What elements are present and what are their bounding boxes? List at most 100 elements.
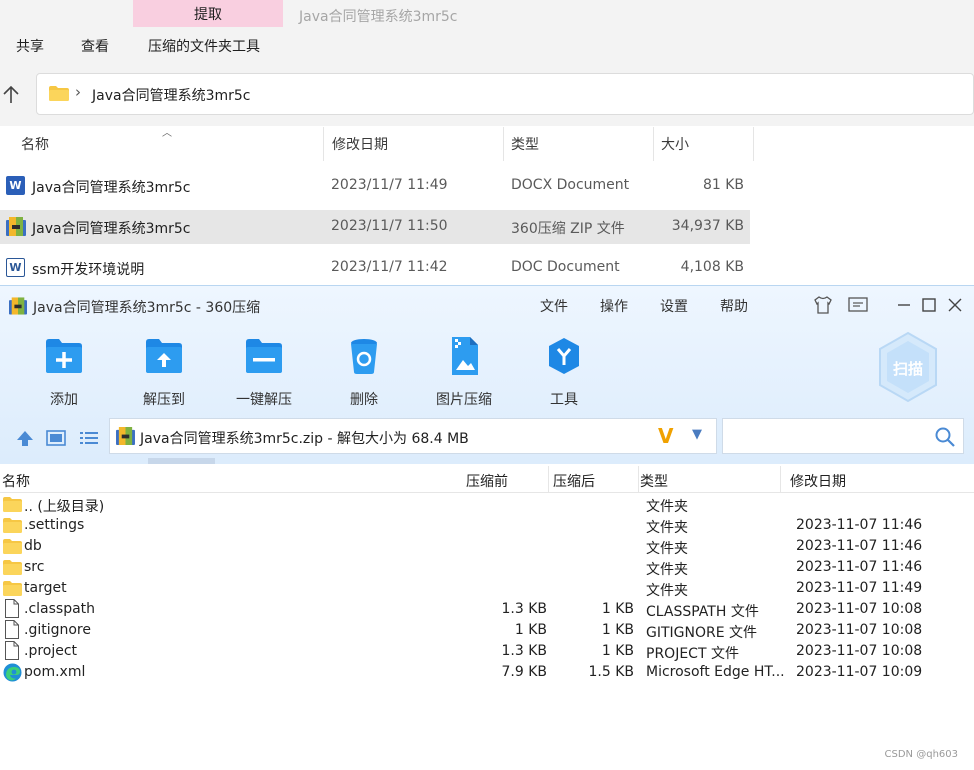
zip-archive-icon — [116, 427, 135, 445]
row-size-after: 1 KB — [601, 622, 634, 638]
one-click-extract-button[interactable]: 一键解压 — [224, 336, 304, 409]
menu-settings[interactable]: 设置 — [660, 296, 688, 316]
table-row[interactable]: .gitignore 1 KB 1 KB GITIGNORE 文件 2023-1… — [0, 620, 974, 641]
address-bar[interactable]: › Java合同管理系统3mr5c — [36, 73, 974, 115]
vip-badge[interactable]: V — [658, 424, 673, 448]
table-row[interactable]: db 文件夹 2023-11-07 11:46 — [0, 536, 974, 557]
toolbar-scroll-indicator — [148, 458, 215, 464]
column-label: 大小 — [661, 137, 689, 153]
table-row[interactable]: .. (上级目录) 文件夹 — [0, 494, 974, 515]
up-arrow-icon[interactable] — [0, 84, 22, 106]
file-row-selected[interactable]: Java合同管理系统3mr5c 2023/11/7 11:50 360压缩 ZI… — [0, 210, 750, 244]
image-compress-icon — [452, 337, 478, 375]
file-date: 2023/11/7 11:42 — [331, 259, 448, 275]
recycle-bin-icon — [351, 339, 377, 374]
row-type: CLASSPATH 文件 — [646, 604, 759, 620]
zip-column-after[interactable]: 压缩后 — [553, 471, 595, 491]
row-name: .project — [24, 643, 78, 659]
menu-operation[interactable]: 操作 — [600, 296, 628, 316]
tool-label: 添加 — [50, 392, 78, 408]
zip-column-type[interactable]: 类型 — [640, 471, 668, 491]
header-divider — [0, 492, 974, 493]
extract-to-button[interactable]: 解压到 — [124, 336, 204, 409]
file-icon — [5, 620, 19, 639]
thumbnail-view-icon[interactable] — [46, 429, 66, 447]
menu-file[interactable]: 文件 — [540, 296, 568, 316]
archive-path-field[interactable]: Java合同管理系统3mr5c.zip - 解包大小为 68.4 MB V ▼ — [109, 418, 717, 454]
file-name: ssm开发环境说明 — [32, 262, 145, 278]
row-type: 文件夹 — [646, 520, 688, 536]
row-date: 2023-11-07 11:46 — [796, 559, 923, 575]
row-size-before: 1 KB — [514, 622, 547, 638]
menu-share[interactable]: 共享 — [16, 36, 44, 56]
row-type: GITIGNORE 文件 — [646, 625, 758, 641]
menu-view[interactable]: 查看 — [81, 36, 109, 56]
row-type: 文件夹 — [646, 541, 688, 557]
one-click-extract-icon — [246, 339, 282, 373]
add-button[interactable]: 添加 — [24, 336, 104, 409]
column-label: 类型 — [511, 137, 539, 153]
row-size-after: 1.5 KB — [588, 664, 635, 680]
column-header-size[interactable]: 大小 — [654, 127, 754, 161]
folder-icon — [3, 560, 22, 575]
delete-button[interactable]: 删除 — [324, 336, 404, 409]
row-name: db — [24, 538, 42, 554]
file-type: 360压缩 ZIP 文件 — [511, 221, 625, 237]
close-icon[interactable] — [944, 294, 966, 316]
file-size: 4,108 KB — [680, 259, 744, 275]
zip-archive-icon — [6, 217, 26, 236]
folder-icon — [3, 581, 22, 596]
scan-shield-icon: 扫描 — [879, 331, 937, 403]
table-row[interactable]: .classpath 1.3 KB 1 KB CLASSPATH 文件 2023… — [0, 599, 974, 620]
chevron-down-icon[interactable]: ▼ — [692, 427, 702, 442]
file-type: DOCX Document — [511, 177, 630, 193]
table-row[interactable]: target 文件夹 2023-11-07 11:49 — [0, 578, 974, 599]
scan-button[interactable]: 扫描 — [877, 331, 939, 403]
table-row[interactable]: .settings 文件夹 2023-11-07 11:46 — [0, 515, 974, 536]
row-type: PROJECT 文件 — [646, 646, 739, 662]
row-size-after: 1 KB — [601, 643, 634, 659]
column-divider — [638, 466, 639, 492]
file-row[interactable]: W Java合同管理系统3mr5c 2023/11/7 11:49 DOCX D… — [0, 169, 750, 203]
tools-button[interactable]: 工具 — [524, 336, 604, 409]
add-folder-icon — [46, 339, 82, 373]
menu-compressed-folder-tools[interactable]: 压缩的文件夹工具 — [148, 36, 260, 56]
image-compress-button[interactable]: 图片压缩 — [424, 336, 504, 409]
file-size: 34,937 KB — [671, 218, 744, 234]
row-type: 文件夹 — [646, 499, 688, 515]
row-date: 2023-11-07 10:08 — [796, 643, 923, 659]
folder-icon — [3, 497, 22, 512]
file-date: 2023/11/7 11:49 — [331, 177, 448, 193]
list-view-icon[interactable] — [79, 429, 99, 447]
column-header-type[interactable]: 类型 — [504, 127, 654, 161]
row-date: 2023-11-07 11:46 — [796, 538, 923, 554]
row-type: Microsoft Edge HT... — [646, 664, 785, 680]
row-date: 2023-11-07 10:08 — [796, 622, 923, 638]
search-input[interactable] — [722, 418, 964, 454]
row-date: 2023-11-07 10:09 — [796, 664, 923, 680]
extract-folder-icon — [146, 339, 182, 373]
word-docx-icon: W — [6, 176, 25, 195]
column-header-date[interactable]: 修改日期 — [324, 127, 504, 161]
skin-shirt-icon[interactable] — [812, 294, 834, 316]
up-level-icon[interactable] — [15, 429, 35, 447]
search-icon[interactable] — [934, 426, 956, 448]
tab-extract[interactable]: 提取 — [133, 0, 283, 27]
zip-column-date[interactable]: 修改日期 — [790, 471, 846, 491]
file-icon — [5, 641, 19, 660]
folder-icon — [3, 539, 22, 554]
zip-column-before[interactable]: 压缩前 — [466, 471, 508, 491]
file-row[interactable]: W ssm开发环境说明 2023/11/7 11:42 DOC Document… — [0, 251, 750, 285]
menu-help[interactable]: 帮助 — [720, 296, 748, 316]
message-icon[interactable] — [847, 294, 869, 316]
address-path: Java合同管理系统3mr5c — [92, 88, 251, 104]
maximize-icon[interactable] — [918, 294, 940, 316]
zip-window-title: Java合同管理系统3mr5c - 360压缩 — [33, 300, 261, 316]
table-row[interactable]: src 文件夹 2023-11-07 11:46 — [0, 557, 974, 578]
table-row[interactable]: pom.xml 7.9 KB 1.5 KB Microsoft Edge HT.… — [0, 662, 974, 683]
zip-column-name[interactable]: 名称 — [2, 471, 30, 491]
explorer-ribbon-menu: 共享 查看 压缩的文件夹工具 — [0, 30, 974, 68]
tool-label: 删除 — [350, 392, 378, 408]
minimize-icon[interactable] — [893, 294, 915, 316]
table-row[interactable]: .project 1.3 KB 1 KB PROJECT 文件 2023-11-… — [0, 641, 974, 662]
